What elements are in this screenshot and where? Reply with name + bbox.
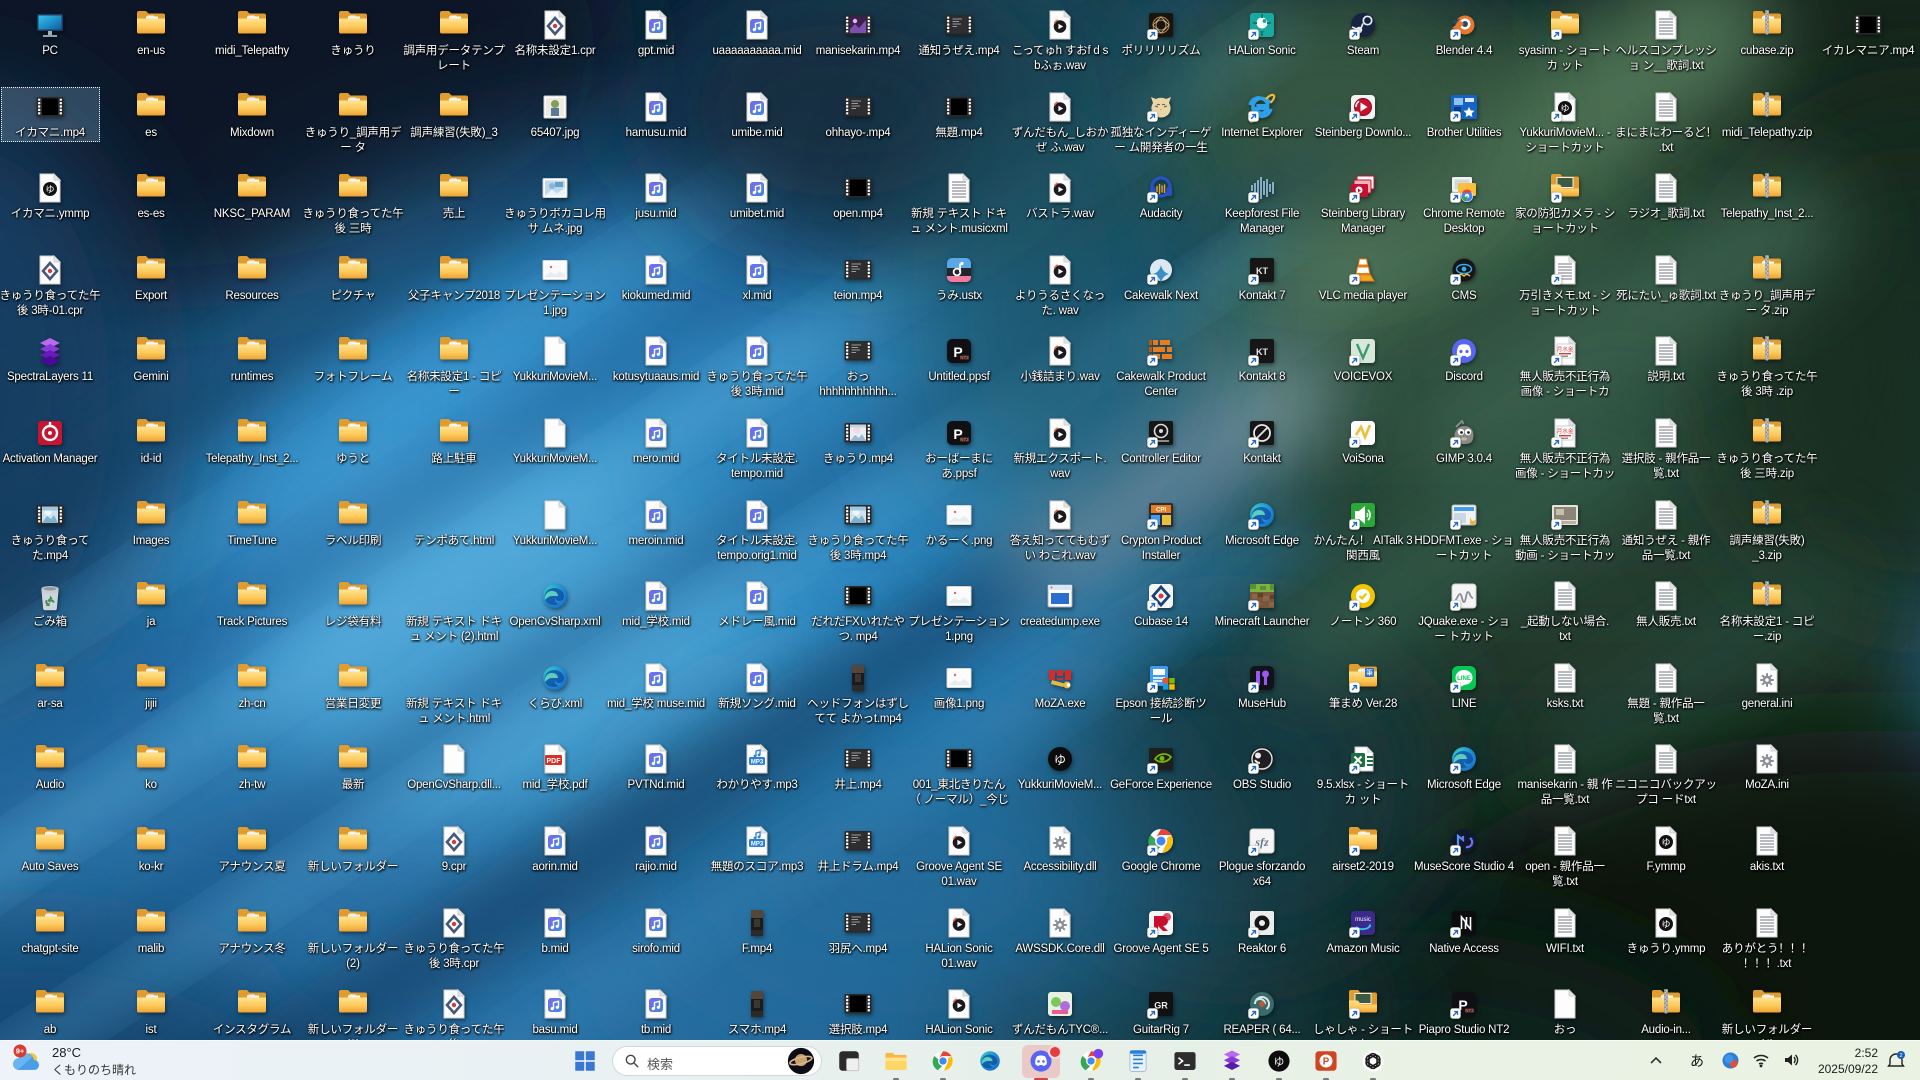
svg-text:ゆ: ゆ xyxy=(1274,1056,1285,1068)
svg-text:P: P xyxy=(1323,1057,1330,1068)
svg-text:9+: 9+ xyxy=(16,1047,25,1056)
svg-text:2: 2 xyxy=(1899,1053,1902,1059)
